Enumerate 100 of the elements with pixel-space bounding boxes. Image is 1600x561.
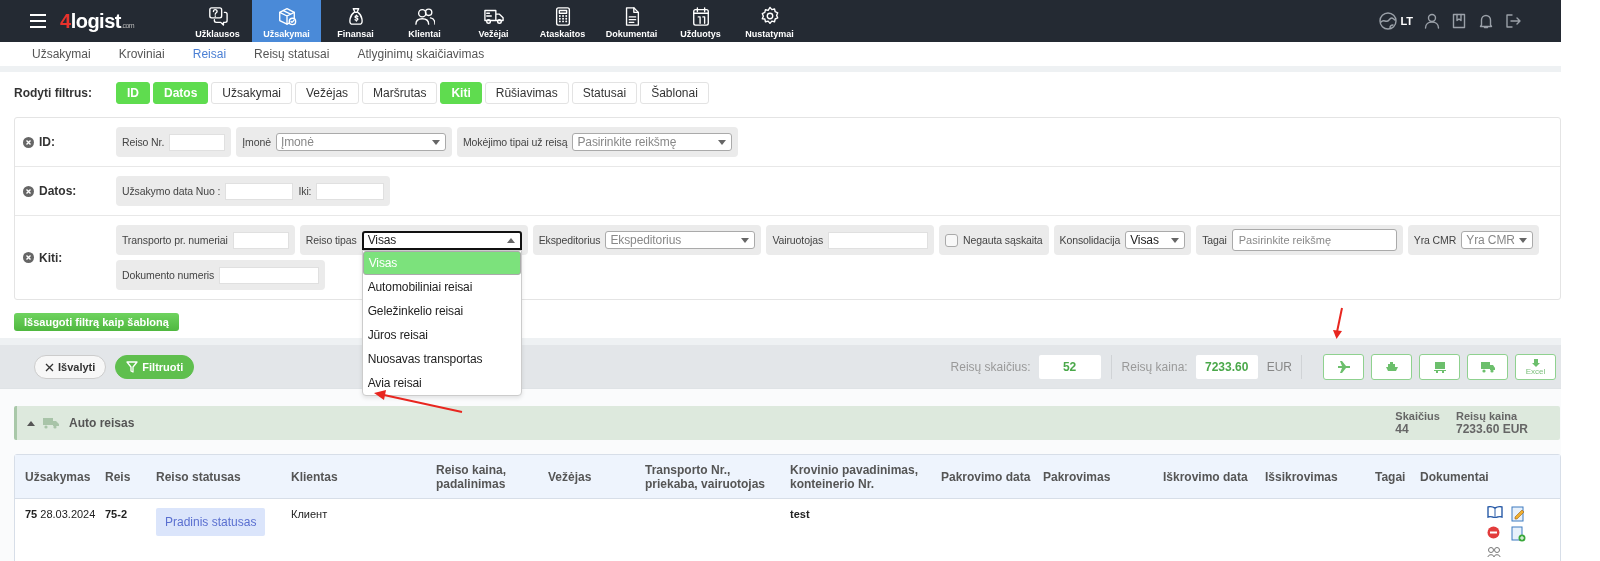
remove-icon[interactable]	[23, 136, 34, 148]
checkbox[interactable]	[945, 233, 959, 247]
group-title: Auto reisas	[69, 416, 135, 430]
language-button[interactable]: LT	[1379, 12, 1413, 30]
select-field[interactable]: Pasirinkite reikšmę	[572, 133, 733, 151]
subnav-tab[interactable]: Atlyginimų skaičiavimas	[343, 47, 499, 61]
field-label: Reiso tipas	[305, 234, 357, 246]
caret-icon	[1171, 237, 1180, 243]
status-badge: Pradinis statusas	[156, 508, 266, 536]
nav-tab[interactable]: Ataskaitos	[528, 0, 597, 42]
field-label: Transporto pr. numeriai	[121, 234, 228, 246]
dropdown-option[interactable]: Jūros reisai	[362, 322, 521, 347]
column-header[interactable]: Vežėjas	[548, 469, 645, 484]
date-field[interactable]	[225, 182, 294, 200]
download-icon	[1530, 358, 1541, 368]
nav-tab[interactable]: Užsakymai	[252, 0, 321, 42]
filter-toggle[interactable]: Užsakymai	[211, 82, 293, 104]
group-icon[interactable]	[1487, 546, 1501, 558]
group-stat: Skaičius 44	[1395, 410, 1440, 436]
nav-tab[interactable]: Dokumentai	[597, 0, 666, 42]
dropdown-option[interactable]: Geležinkelio reisai	[362, 298, 521, 323]
remove-icon[interactable]	[23, 185, 34, 197]
field-label: Vairuotojas	[772, 234, 824, 246]
currency-label: EUR	[1266, 360, 1292, 374]
remove-icon[interactable]	[23, 252, 34, 263]
dropdown-option[interactable]: Nuosavas transportas	[362, 346, 521, 371]
menu-icon[interactable]	[30, 14, 46, 28]
column-header[interactable]: Dokumentai	[1420, 469, 1561, 484]
nav-tab[interactable]: Nustatymai	[735, 0, 804, 42]
subnav-tab[interactable]: Užsakymai	[18, 47, 105, 61]
edit-icon[interactable]	[1511, 506, 1525, 522]
remove-icon[interactable]	[1487, 526, 1500, 539]
nav-tab[interactable]: Vežėjai	[459, 0, 528, 42]
select-field[interactable]: Visas	[361, 230, 522, 250]
order-cell-text: 75 28.03.2024	[25, 508, 97, 522]
caret-icon	[431, 139, 440, 145]
date-field[interactable]	[316, 182, 385, 200]
trip-cell-text: 75-2	[105, 508, 129, 522]
bookmark-icon[interactable]	[1451, 13, 1467, 29]
filters-label: Rodyti filtrus:	[14, 86, 93, 100]
column-header[interactable]: Krovinio pavadinimas, konteinerio Nr.	[790, 462, 941, 491]
nav-tab[interactable]: Užduotys	[666, 0, 735, 42]
select-field[interactable]: Ekspeditorius	[605, 231, 756, 249]
filter-toggle[interactable]: Statusai	[571, 82, 638, 104]
select-field[interactable]: Yra CMR	[1461, 231, 1533, 249]
column-header[interactable]: Reis	[105, 469, 156, 484]
column-header[interactable]: Iškrovimo data	[1163, 469, 1265, 484]
close-icon	[45, 362, 54, 372]
dropdown-option[interactable]: Avia reisai	[362, 370, 521, 395]
truck-icon	[43, 417, 59, 429]
caret-icon	[741, 237, 750, 243]
column-header[interactable]: Reiso kaina, padalinimas	[436, 462, 548, 491]
column-header[interactable]: Pakrovimas	[1043, 469, 1163, 484]
column-header[interactable]: Klientas	[291, 469, 436, 484]
subnav-tab[interactable]: Reisų statusai	[240, 47, 344, 61]
input-field[interactable]	[828, 231, 929, 249]
stat-label: Reisų kaina:	[1121, 360, 1188, 374]
column-header[interactable]: Pakrovimo data	[941, 469, 1043, 484]
field-label: Reiso Nr.	[121, 136, 165, 148]
ship-icon	[1384, 361, 1399, 373]
field-label: Įmonė	[242, 136, 271, 148]
truck-button[interactable]	[1467, 354, 1508, 380]
book-icon[interactable]	[1487, 506, 1503, 518]
column-header[interactable]: Tagai	[1375, 469, 1420, 484]
column-header[interactable]: Užsakymas	[25, 469, 105, 484]
ship-button[interactable]	[1371, 354, 1412, 380]
truck-icon	[1479, 361, 1496, 373]
filter-toggle[interactable]: Vežėjas	[295, 82, 360, 104]
chat-icon	[207, 5, 228, 26]
filter-toggle[interactable]: Maršrutas	[362, 82, 438, 104]
bell-icon[interactable]	[1478, 13, 1494, 29]
funnel-icon	[126, 361, 139, 373]
add-document-icon[interactable]	[1511, 526, 1526, 542]
field-label: Tagai	[1202, 234, 1227, 246]
nav-tab[interactable]: Finansai	[321, 0, 390, 42]
input-field[interactable]	[219, 266, 320, 284]
nav-tab[interactable]: Užklausos	[183, 0, 252, 42]
subnav-tab[interactable]: Kroviniai	[104, 47, 179, 61]
input-field[interactable]	[169, 133, 226, 151]
filter-label: Datos:	[39, 184, 77, 198]
clear-button[interactable]: Išvalyti	[34, 355, 107, 379]
filter-toggle[interactable]: Šablonai	[640, 82, 709, 104]
select-field[interactable]: Įmonė	[275, 133, 446, 151]
user-icon[interactable]	[1424, 13, 1440, 29]
input-field[interactable]	[232, 231, 289, 249]
field-label: Ekspeditorius	[538, 234, 601, 246]
filter-toggle[interactable]: Rūšiavimas	[484, 82, 569, 104]
column-header[interactable]: Reiso statusas	[156, 469, 291, 484]
plane-button[interactable]	[1323, 354, 1364, 380]
group-header[interactable]: Auto reisas Skaičius 44 Reisų kaina 7233.60 EUR	[14, 406, 1560, 440]
nav-tab[interactable]: Klientai	[390, 0, 459, 42]
dropdown-option[interactable]: Automobiliniai reisai	[362, 274, 521, 299]
select-field[interactable]: Visas	[1125, 231, 1186, 249]
column-header[interactable]: Transporto Nr., priekaba, vairuotojas	[645, 462, 790, 491]
tags-field[interactable]: Pasirinkite reikšmę	[1231, 229, 1397, 251]
subnav-tab[interactable]: Reisai	[178, 47, 241, 61]
stat-label: Reisų skaičius:	[950, 360, 1031, 374]
logout-icon[interactable]	[1505, 13, 1521, 29]
column-header[interactable]: Išsikrovimas	[1265, 469, 1375, 484]
train-button[interactable]	[1419, 354, 1460, 380]
